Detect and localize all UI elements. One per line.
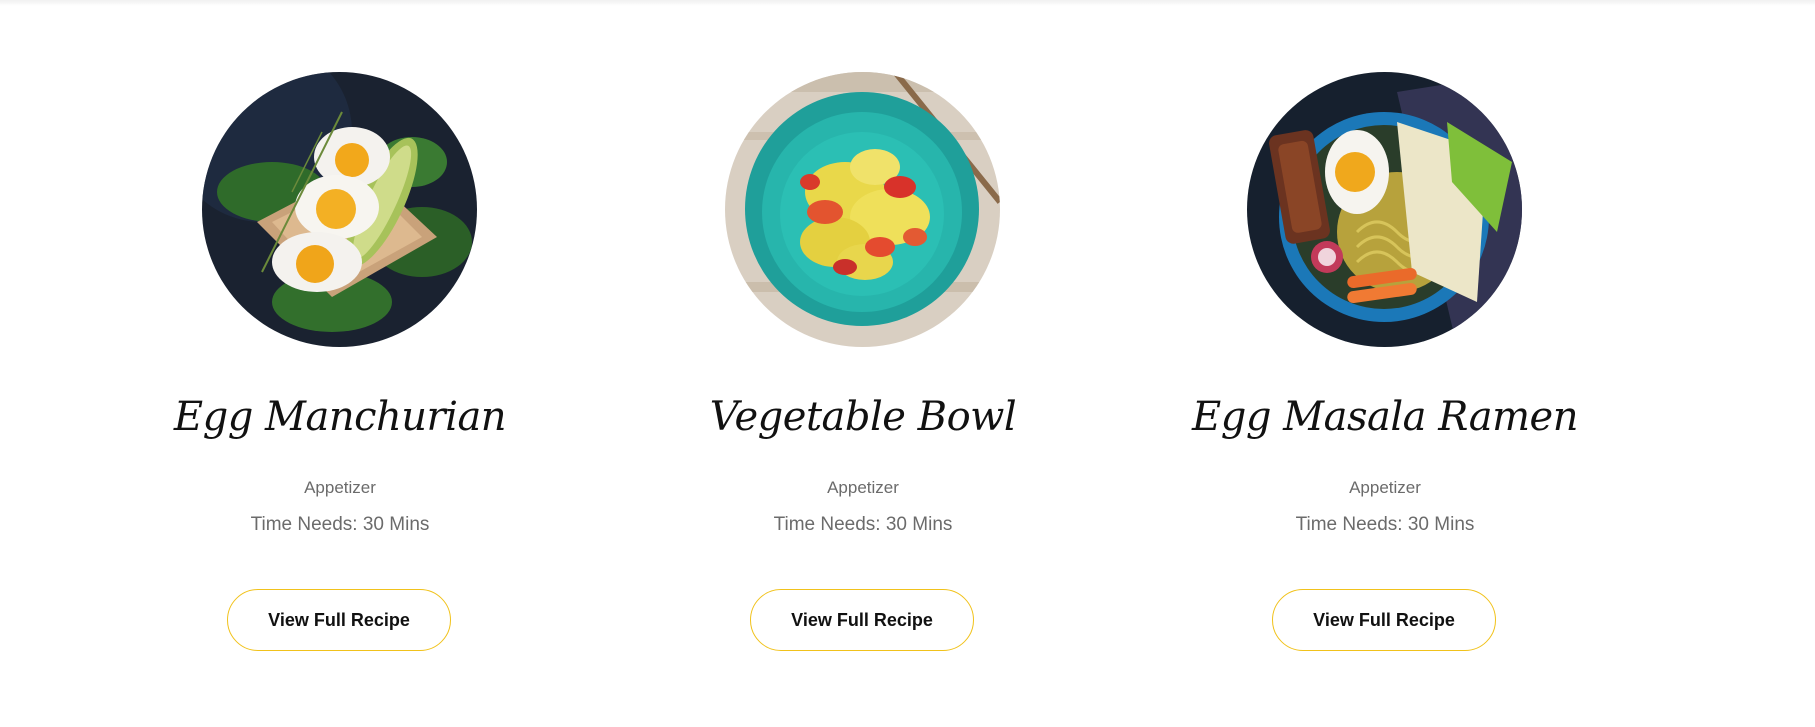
recipe-title[interactable]: Egg Manchurian [130,392,550,442]
recipe-time: Time Needs: 30 Mins [250,514,430,535]
recipe-image-egg-masala-ramen[interactable] [1247,72,1522,347]
recipe-grid-page: Egg Manchurian Appetizer Time Needs: 30 … [0,0,1815,727]
recipe-card: Egg Manchurian Appetizer Time Needs: 30 … [130,0,550,727]
view-full-recipe-button[interactable]: View Full Recipe [750,589,974,651]
recipe-category: Appetizer [304,478,376,497]
recipe-category: Appetizer [1349,478,1421,497]
recipe-title[interactable]: Egg Masala Ramen [1175,392,1595,442]
recipe-card: Egg Masala Ramen Appetizer Time Needs: 3… [1175,0,1595,727]
recipe-time: Time Needs: 30 Mins [773,514,953,535]
recipe-card: Vegetable Bowl Appetizer Time Needs: 30 … [653,0,1073,727]
recipe-image-vegetable-bowl[interactable] [725,72,1000,347]
view-full-recipe-button[interactable]: View Full Recipe [1272,589,1496,651]
recipe-category: Appetizer [827,478,899,497]
recipe-time: Time Needs: 30 Mins [1295,514,1475,535]
recipe-title[interactable]: Vegetable Bowl [653,392,1073,442]
recipe-image-egg-manchurian[interactable] [202,72,477,347]
view-full-recipe-button[interactable]: View Full Recipe [227,589,451,651]
